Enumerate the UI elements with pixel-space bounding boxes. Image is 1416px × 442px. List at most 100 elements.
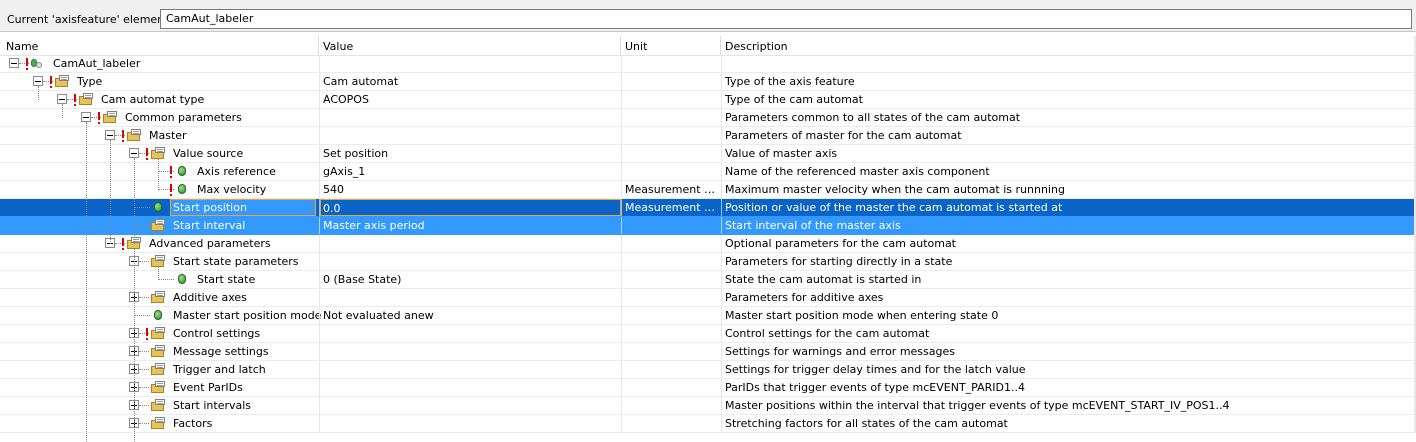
row-unit[interactable]: [625, 415, 721, 432]
row-unit[interactable]: [625, 217, 721, 234]
tree-row[interactable]: Additive axes Parameters for additive axe…: [0, 289, 1416, 307]
row-value[interactable]: [323, 361, 618, 378]
tree-row[interactable]: Common parameters Parameters common to al…: [0, 109, 1416, 127]
tree-row[interactable]: Value source Set position Value of master …: [0, 145, 1416, 163]
collapse-icon[interactable]: [33, 76, 43, 86]
row-value[interactable]: [323, 253, 618, 270]
row-unit[interactable]: [625, 271, 721, 288]
collapse-icon[interactable]: [81, 112, 91, 122]
tree-row[interactable]: Master start position mode Not evaluated …: [0, 307, 1416, 325]
row-name: Value source: [173, 147, 244, 160]
row-name: Common parameters: [125, 111, 242, 124]
column-gridline: [621, 397, 622, 414]
row-unit[interactable]: [625, 145, 721, 162]
current-element-field[interactable]: CamAut_labeler: [160, 9, 1412, 29]
column-divider[interactable]: [318, 36, 319, 55]
row-unit[interactable]: [625, 91, 721, 108]
row-value[interactable]: [323, 397, 618, 414]
tree-row[interactable]: Start interval Master axis period Start in…: [0, 217, 1416, 235]
row-unit[interactable]: [625, 379, 721, 396]
row-name: Control settings: [173, 327, 261, 340]
row-value[interactable]: [323, 379, 618, 396]
row-value[interactable]: 0.0: [320, 199, 621, 216]
column-gridline: [319, 415, 320, 432]
column-divider[interactable]: [620, 36, 621, 55]
tree-row[interactable]: Max velocity 540 Measurement unit... Maximu…: [0, 181, 1416, 199]
row-unit[interactable]: [625, 127, 721, 144]
tree-row[interactable]: Axis reference gAxis_1 Name of the referen…: [0, 163, 1416, 181]
column-divider[interactable]: [720, 36, 721, 55]
column-gridline: [319, 145, 320, 162]
row-unit[interactable]: [625, 55, 721, 72]
row-value[interactable]: Cam automat: [323, 73, 618, 90]
row-name: Cam automat type: [101, 93, 205, 106]
column-header-value[interactable]: Value: [323, 40, 353, 54]
collapse-icon[interactable]: [129, 148, 139, 158]
row-value[interactable]: Master axis period: [323, 217, 618, 234]
column-gridline: [721, 271, 722, 288]
row-value[interactable]: [323, 127, 618, 144]
row-value[interactable]: Not evaluated anew: [323, 307, 618, 324]
row-value[interactable]: Set position: [323, 145, 618, 162]
row-value[interactable]: [323, 415, 618, 432]
row-value[interactable]: [323, 289, 618, 306]
row-unit[interactable]: [625, 397, 721, 414]
tree-row[interactable]: Master Parameters of master for the cam a…: [0, 127, 1416, 145]
row-unit[interactable]: [625, 109, 721, 126]
column-gridline: [319, 325, 320, 342]
tree-row[interactable]: Event ParIDs ParIDs that trigger events o…: [0, 379, 1416, 397]
column-header-unit[interactable]: Unit: [625, 40, 647, 54]
row-value[interactable]: [323, 325, 618, 342]
row-unit[interactable]: Measurement unit...: [625, 181, 721, 198]
row-unit[interactable]: [625, 361, 721, 378]
tree-row[interactable]: Start state parameters Parameters for sta…: [0, 253, 1416, 271]
row-value[interactable]: 0 (Base State): [323, 271, 618, 288]
row-value[interactable]: [323, 235, 618, 252]
parameter-group-icon: [151, 327, 166, 339]
column-gridline: [319, 199, 320, 216]
column-header-name[interactable]: Name: [6, 40, 38, 54]
row-unit[interactable]: [625, 73, 721, 90]
tree-row[interactable]: Cam automat type ACOPOS Type of the cam au…: [0, 91, 1416, 109]
tree-row[interactable]: Control settings Control settings for the…: [0, 325, 1416, 343]
row-unit[interactable]: [625, 307, 721, 324]
parameter-group-icon: [103, 111, 118, 123]
row-value[interactable]: gAxis_1: [323, 163, 618, 180]
tree-row[interactable]: Start state 0 (Base State) State the cam a…: [0, 271, 1416, 289]
row-description: Settings for warnings and error messages: [725, 345, 955, 358]
row-value[interactable]: [323, 55, 618, 72]
row-unit[interactable]: Measurement unit...: [625, 199, 721, 216]
tree-row[interactable]: Type Cam automat Type of the axis feature: [0, 73, 1416, 91]
collapse-icon[interactable]: [9, 58, 19, 68]
row-unit[interactable]: [625, 325, 721, 342]
row-value[interactable]: 540: [323, 181, 618, 198]
row-unit[interactable]: [625, 253, 721, 270]
tree-row[interactable]: Message settings Settings for warnings an…: [0, 343, 1416, 361]
column-gridline: [621, 289, 622, 306]
row-unit[interactable]: [625, 343, 721, 360]
warning-marker-icon: [98, 112, 100, 124]
tree-row[interactable]: Start intervals Master positions within t…: [0, 397, 1416, 415]
row-name: Start state: [197, 273, 256, 286]
warning-marker-icon: [26, 58, 28, 70]
row-unit[interactable]: [625, 235, 721, 252]
parameter-group-icon: [55, 75, 70, 87]
tree-row[interactable]: Factors Stretching factors for all states…: [0, 415, 1416, 433]
column-gridline: [319, 235, 320, 252]
tree-row[interactable]: CamAut_labeler: [0, 55, 1416, 73]
row-unit[interactable]: [625, 289, 721, 306]
column-gridline: [721, 361, 722, 378]
collapse-icon[interactable]: [57, 94, 67, 104]
row-value[interactable]: [323, 109, 618, 126]
column-gridline: [621, 379, 622, 396]
warning-marker-icon: [122, 130, 124, 142]
collapse-icon[interactable]: [105, 130, 115, 140]
row-description: Maximum master velocity when the cam aut…: [725, 183, 1065, 196]
tree-row[interactable]: Advanced parameters Optional parameters f…: [0, 235, 1416, 253]
column-header-description[interactable]: Description: [725, 40, 788, 54]
row-value[interactable]: ACOPOS: [323, 91, 618, 108]
tree-row[interactable]: Start position 0.0Measurement unit... Posi…: [0, 199, 1416, 217]
tree-row[interactable]: Trigger and latch Settings for trigger de…: [0, 361, 1416, 379]
row-unit[interactable]: [625, 163, 721, 180]
row-value[interactable]: [323, 343, 618, 360]
